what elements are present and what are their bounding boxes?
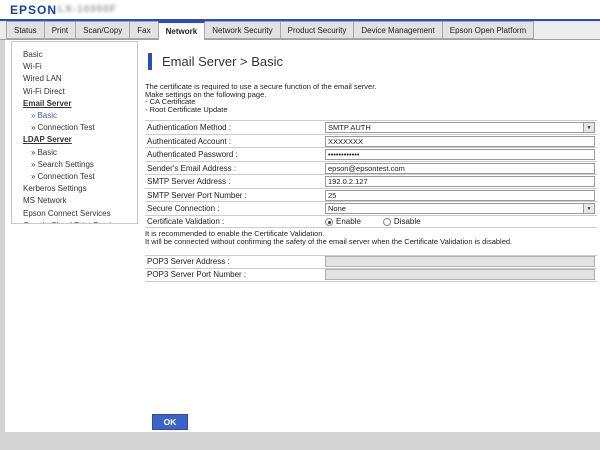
sidebar-item-ldap-search-settings[interactable]: Search Settings <box>12 159 137 171</box>
tab-print[interactable]: Print <box>44 21 76 39</box>
smtp-port-input[interactable] <box>325 190 595 201</box>
form-row-authenticated-account: Authenticated Account : <box>145 134 597 148</box>
sidebar-item-ms-network[interactable]: MS Network <box>12 195 137 207</box>
smtp-server-address-input[interactable] <box>325 176 595 187</box>
title-accent-bar <box>148 53 152 70</box>
form-row-secure-connection: Secure Connection : None ▼ <box>145 201 597 215</box>
tab-device-management[interactable]: Device Management <box>353 21 442 39</box>
sidebar-item-epson-connect-services[interactable]: Epson Connect Services <box>12 208 137 220</box>
pop3-server-address-input <box>325 256 595 267</box>
tab-fax[interactable]: Fax <box>129 21 158 39</box>
radio-option-enable[interactable]: Enable <box>325 217 361 226</box>
tab-epson-open-platform[interactable]: Epson Open Platform <box>442 21 534 39</box>
field-label: Certificate Validation : <box>145 217 325 226</box>
field-label: Authentication Method : <box>145 123 325 132</box>
field-label: POP3 Server Port Number : <box>145 270 325 279</box>
authentication-method-select[interactable]: SMTP AUTH ▼ <box>325 122 595 133</box>
sidebar-item-email-connection-test[interactable]: Connection Test <box>12 122 137 134</box>
certificate-validation-radios: Enable Disable <box>325 217 595 226</box>
chevron-down-icon[interactable]: ▼ <box>583 123 594 132</box>
authenticated-password-input[interactable] <box>325 149 595 160</box>
form-row-sender-email: Sender's Email Address : <box>145 161 597 175</box>
app-header: EPSON LX-10000F <box>0 0 600 19</box>
field-label: SMTP Server Address : <box>145 177 325 186</box>
tab-bar: Status Print Scan/Copy Fax Network Netwo… <box>0 21 600 40</box>
sidebar-item-wifi-direct[interactable]: Wi-Fi Direct <box>12 86 137 98</box>
selected-value: None <box>328 204 346 213</box>
page-title-row: Email Server > Basic <box>145 53 597 70</box>
pop3-form: POP3 Server Address : POP3 Server Port N… <box>145 255 597 282</box>
tab-status[interactable]: Status <box>6 21 45 39</box>
authenticated-account-input[interactable] <box>325 136 595 147</box>
sidebar-item-basic[interactable]: Basic <box>12 49 137 61</box>
page-title: Email Server > Basic <box>162 54 283 69</box>
form-row-smtp-server-address: SMTP Server Address : <box>145 174 597 188</box>
sidebar-section-ldap-server[interactable]: LDAP Server <box>12 134 137 146</box>
sidebar-item-wired-lan[interactable]: Wired LAN <box>12 73 137 85</box>
email-server-form: Authentication Method : SMTP AUTH ▼ Auth… <box>145 120 597 228</box>
secure-connection-select[interactable]: None ▼ <box>325 203 595 214</box>
form-row-smtp-port: SMTP Server Port Number : <box>145 188 597 202</box>
form-row-authentication-method: Authentication Method : SMTP AUTH ▼ <box>145 120 597 134</box>
certificate-validation-note: It is recommended to enable the Certific… <box>145 230 597 245</box>
sidebar-item-wifi[interactable]: Wi-Fi <box>12 61 137 73</box>
tab-scan-copy[interactable]: Scan/Copy <box>75 21 130 39</box>
sidebar-item-email-basic[interactable]: Basic <box>12 110 137 122</box>
tab-network-security[interactable]: Network Security <box>204 21 280 39</box>
radio-option-disable[interactable]: Disable <box>383 217 421 226</box>
main-panel: Email Server > Basic The certificate is … <box>145 40 597 282</box>
description-line: - Root Certificate Update <box>145 106 597 114</box>
tab-network[interactable]: Network <box>158 21 206 40</box>
ok-button[interactable]: OK <box>152 414 188 430</box>
tab-product-security[interactable]: Product Security <box>280 21 355 39</box>
radio-unselected-icon[interactable] <box>383 218 391 226</box>
pop3-port-input <box>325 269 595 280</box>
radio-label: Disable <box>394 217 421 226</box>
form-row-pop3-port: POP3 Server Port Number : <box>145 268 597 282</box>
radio-selected-icon[interactable] <box>325 218 333 226</box>
selected-value: SMTP AUTH <box>328 123 371 132</box>
radio-label: Enable <box>336 217 361 226</box>
form-row-authenticated-password: Authenticated Password : <box>145 147 597 161</box>
form-row-certificate-validation: Certificate Validation : Enable Disable <box>145 215 597 229</box>
content-area: Basic Wi-Fi Wired LAN Wi-Fi Direct Email… <box>5 40 600 432</box>
sidebar-item-kerberos-settings[interactable]: Kerberos Settings <box>12 183 137 195</box>
field-label: SMTP Server Port Number : <box>145 191 325 200</box>
epson-logo: EPSON <box>10 3 57 17</box>
field-label: Authenticated Password : <box>145 150 325 159</box>
sidebar-item-google-cloud-print-services[interactable]: Google Cloud Print Services <box>12 220 137 224</box>
description-line: Make settings on the following page. <box>145 91 597 99</box>
field-label: Secure Connection : <box>145 204 325 213</box>
chevron-down-icon[interactable]: ▼ <box>583 204 594 213</box>
page-description: The certificate is required to use a sec… <box>145 83 597 113</box>
form-row-pop3-server-address: POP3 Server Address : <box>145 255 597 269</box>
field-label: POP3 Server Address : <box>145 257 325 266</box>
sidebar-nav: Basic Wi-Fi Wired LAN Wi-Fi Direct Email… <box>11 41 138 224</box>
sidebar-item-ldap-basic[interactable]: Basic <box>12 147 137 159</box>
field-label: Sender's Email Address : <box>145 164 325 173</box>
sidebar-item-ldap-connection-test[interactable]: Connection Test <box>12 171 137 183</box>
sender-email-input[interactable] <box>325 163 595 174</box>
note-line: It will be connected without confirming … <box>145 238 597 246</box>
model-name-blurred: LX-10000F <box>58 4 117 15</box>
field-label: Authenticated Account : <box>145 137 325 146</box>
sidebar-section-email-server[interactable]: Email Server <box>12 98 137 110</box>
